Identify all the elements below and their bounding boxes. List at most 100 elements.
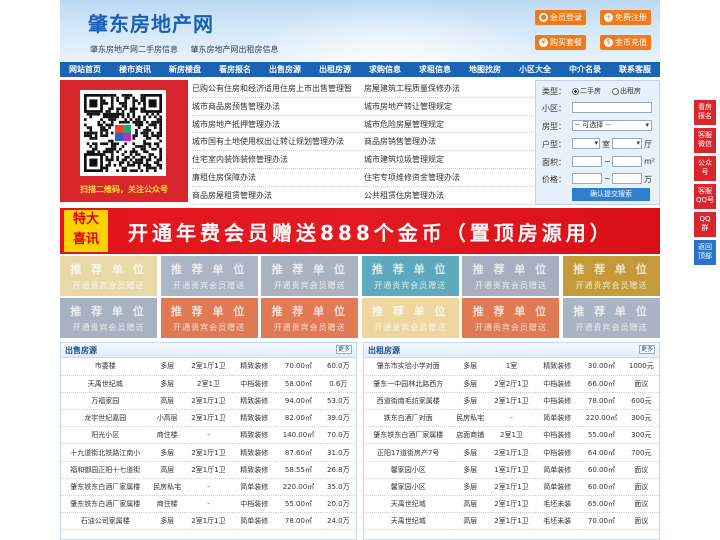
table-row[interactable]: 正阳17道街房产7号 多层 2室1厅1卫 中档装修 64.00㎡ 700元 <box>364 443 659 462</box>
table-cell[interactable]: 西道街南毛纺家属楼 <box>364 392 453 411</box>
sale-more-button[interactable]: 更多 <box>336 345 352 354</box>
nav-item-10[interactable]: 中介名录 <box>560 62 610 77</box>
nav-item-9[interactable]: 小区大全 <box>510 62 560 77</box>
float-item-4[interactable]: QQ 群 <box>694 212 716 237</box>
nav-item-6[interactable]: 求购信息 <box>360 62 410 77</box>
policy-link[interactable]: 城市危险房屋管理规定 <box>364 116 534 134</box>
table-cell[interactable]: 天禹世纪城 <box>364 495 453 514</box>
recommend-tile[interactable]: 推 荐 单 位开通贵宾会员赠送 <box>361 256 459 296</box>
table-row[interactable]: 十九道街北铁路江南小 多层 2室1厅1卫 精致装修 87.60㎡ 31.0万 <box>61 443 356 462</box>
layout-select[interactable]: -- 可选择 -- ▾ <box>572 120 652 131</box>
table-row[interactable]: 福和御园正阳十七道街 高层 2室1厅1卫 精致装修 58.55㎡ 26.8万 <box>61 461 356 479</box>
table-cell[interactable]: 阳光小区 <box>61 426 150 445</box>
search-submit-button[interactable]: 确认提交搜索 <box>572 188 650 201</box>
recommend-tile[interactable]: 推 荐 单 位开通贵宾会员赠送 <box>60 298 157 338</box>
recommend-tile[interactable]: 推 荐 单 位开通贵宾会员赠送 <box>261 256 359 296</box>
nav-item-0[interactable]: 网站首页 <box>60 62 110 77</box>
nav-item-2[interactable]: 新房楼盘 <box>160 62 210 77</box>
float-item-5[interactable]: 返回 顶部 <box>694 240 716 265</box>
table-cell[interactable]: 市委楼 <box>61 358 150 376</box>
table-cell[interactable]: 十九道街北铁路江南小 <box>61 443 150 462</box>
hall-select[interactable]: ▾ <box>612 138 642 149</box>
rent-more-button[interactable]: 更多 <box>639 345 655 354</box>
policy-link[interactable]: 廉租住房保障办法 <box>192 169 362 187</box>
table-row[interactable]: 万福家园 高层 2室1厅1卫 精致装修 94.00㎡ 53.0万 <box>61 392 356 411</box>
price-min-input[interactable] <box>572 173 602 184</box>
table-row[interactable]: 天禹世纪城 高层 2室1厅1卫 毛坯未装 70.00㎡ 面议 <box>364 512 659 531</box>
policy-link[interactable]: 城市房地产转让管理规定 <box>364 98 534 116</box>
coin-recharge-button[interactable]: $ 金币充值 <box>600 35 651 50</box>
table-row[interactable]: 肇东铁东白酒厂家属楼 商住楼 - 中档装修 55.00㎡ 20.0万 <box>61 495 356 514</box>
policy-link[interactable]: 住宅专项维修资金管理办法 <box>364 169 534 187</box>
recommend-tile[interactable]: 推 荐 单 位开通贵宾会员赠送 <box>361 298 459 338</box>
float-item-1[interactable]: 客服 微信 <box>694 128 716 153</box>
type-radio-rent[interactable]: 出租房 <box>612 86 641 96</box>
policy-link[interactable]: 房屋建筑工程质量保修办法 <box>364 80 534 98</box>
type-radio-sale[interactable]: 二手房 <box>572 86 601 96</box>
table-row[interactable]: 天禹世纪城 高层 2室1厅1卫 毛坯未装 65.00㎡ 面议 <box>364 495 659 514</box>
recommend-tile[interactable]: 推 荐 单 位开通贵宾会员赠送 <box>563 298 660 338</box>
table-row[interactable]: 天禹世纪城 多层 2室1卫 中档装修 58.00㎡ 0.6万 <box>61 375 356 393</box>
table-cell[interactable]: 馨家园小区 <box>364 461 453 479</box>
table-cell[interactable]: 万福家园 <box>61 392 150 411</box>
table-row[interactable]: 肇东铁东白酒厂家属楼 店面商铺 2室1卫 中档装修 55.00㎡ 300元 <box>364 426 659 445</box>
policy-link[interactable]: 城市建筑垃圾管理规定 <box>364 151 534 169</box>
table-cell[interactable]: 肇东铁东白酒厂家属楼 <box>61 478 150 497</box>
area-input[interactable] <box>572 102 652 113</box>
recommend-tile[interactable]: 推 荐 单 位开通贵宾会员赠送 <box>160 298 258 338</box>
table-cell[interactable]: 肇东市实验小学对面 <box>364 358 453 376</box>
promo-banner[interactable]: 特大 喜讯 开通年费会员赠送888个金币（置顶房源用） <box>60 208 660 254</box>
recommend-tile[interactable]: 推 荐 单 位开通贵宾会员赠送 <box>563 256 660 296</box>
table-row[interactable]: 龙宇世纪嘉园 小高层 2室1厅1卫 精致装修 82.00㎡ 39.0万 <box>61 409 356 428</box>
table-cell[interactable]: 石油公司家属楼 <box>61 512 150 531</box>
recommend-tile[interactable]: 推 荐 单 位开通贵宾会员赠送 <box>160 256 258 296</box>
size-max-input[interactable] <box>612 156 642 167</box>
buy-package-button[interactable]: ¥ 购买套餐 <box>535 35 586 50</box>
table-row[interactable]: 市委楼 多层 2室1厅1卫 精致装修 70.00㎡ 60.0万 <box>61 358 356 376</box>
table-row[interactable]: 肇东一中园林北路西方 多层 2室2厅1卫 中档装修 66.00㎡ 面议 <box>364 375 659 393</box>
table-cell[interactable]: 福和御园正阳十七道街 <box>61 461 150 479</box>
size-min-input[interactable] <box>572 156 602 167</box>
float-item-3[interactable]: 客服 QQ号 <box>694 184 716 209</box>
table-cell[interactable]: 天禹世纪城 <box>61 375 150 393</box>
nav-item-7[interactable]: 求租信息 <box>410 62 460 77</box>
policy-link[interactable]: 商品房销售管理办法 <box>364 133 534 152</box>
nav-item-5[interactable]: 出租房源 <box>310 62 360 77</box>
policy-link[interactable]: 商品房屋租赁管理办法 <box>192 187 362 205</box>
login-button[interactable]: ● 会员登录 <box>535 10 586 25</box>
site-logo[interactable]: 肇东房地产网 <box>88 8 214 37</box>
nav-item-4[interactable]: 出售房源 <box>260 62 310 77</box>
recommend-tile[interactable]: 推 荐 单 位开通贵宾会员赠送 <box>60 256 157 296</box>
room-select[interactable]: ▾ <box>572 138 600 149</box>
table-cell[interactable]: 天禹世纪城 <box>364 512 453 531</box>
table-row[interactable]: 肇东铁东白酒厂家属楼 民房私宅 - 简单装修 220.00㎡ 35.0万 <box>61 478 356 497</box>
register-button[interactable]: + 免费注册 <box>600 10 651 25</box>
table-row[interactable]: 铁东白酒厂对面 民房私宅 - 简单装修 220.00㎡ 300元 <box>364 409 659 428</box>
table-cell[interactable]: 肇东铁东白酒厂家属楼 <box>364 426 453 445</box>
policy-link[interactable]: 城市国有土地使用权出让转让规划管理办法 <box>192 133 362 152</box>
nav-item-8[interactable]: 地图找房 <box>460 62 510 77</box>
table-row[interactable]: 西道街南毛纺家属楼 多层 2室1厅1卫 中档装修 78.00㎡ 600元 <box>364 392 659 411</box>
recommend-tile[interactable]: 推 荐 单 位开通贵宾会员赠送 <box>261 298 359 338</box>
nav-item-1[interactable]: 楼市资讯 <box>110 62 160 77</box>
policy-link[interactable]: 城市商品房预售管理办法 <box>192 98 362 116</box>
float-item-2[interactable]: 公众号 <box>694 156 716 181</box>
table-cell[interactable]: 正阳17道街房产7号 <box>364 443 453 462</box>
recommend-tile[interactable]: 推 荐 单 位开通贵宾会员赠送 <box>462 298 560 338</box>
table-cell[interactable]: 龙宇世纪嘉园 <box>61 409 150 428</box>
table-cell[interactable]: 馨家园小区 <box>364 478 453 497</box>
table-cell[interactable]: 肇东一中园林北路西方 <box>364 375 453 393</box>
table-row[interactable]: 馨家园小区 多层 1室1厅1卫 简单装修 60.00㎡ 面议 <box>364 461 659 479</box>
table-row[interactable]: 肇东市实验小学对面 多层 1室 精致装修 30.00㎡ 1000元 <box>364 358 659 376</box>
nav-item-3[interactable]: 看房报名 <box>210 62 260 77</box>
policy-link[interactable]: 住宅室内装饰装修管理办法 <box>192 151 362 169</box>
float-item-0[interactable]: 看房 报名 <box>694 100 716 125</box>
table-cell[interactable]: 肇东铁东白酒厂家属楼 <box>61 495 150 514</box>
subtitle-sale[interactable]: 肇东房地产网二手房信息 <box>90 45 178 54</box>
table-row[interactable]: 阳光小区 商住楼 - 精致装修 140.00㎡ 70.0万 <box>61 426 356 445</box>
table-cell[interactable]: 铁东白酒厂对面 <box>364 409 453 428</box>
table-row[interactable]: 馨家园小区 多层 2室1厅1卫 简单装修 60.00㎡ 面议 <box>364 478 659 497</box>
nav-item-11[interactable]: 联系客服 <box>610 62 660 77</box>
policy-link[interactable]: 公共租赁住房管理办法 <box>364 187 534 205</box>
recommend-tile[interactable]: 推 荐 单 位开通贵宾会员赠送 <box>462 256 560 296</box>
